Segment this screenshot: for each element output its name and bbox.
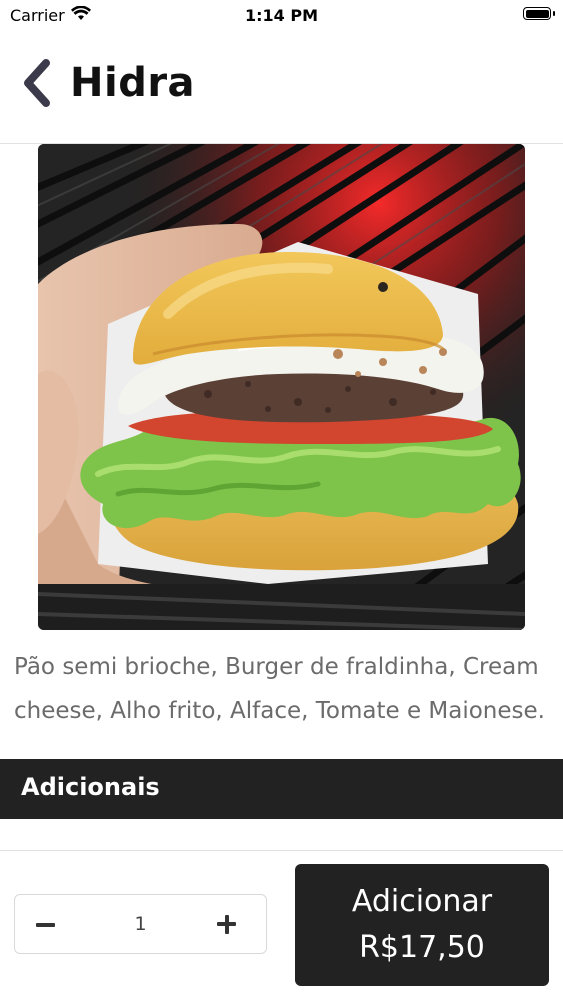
- minus-icon[interactable]: [15, 895, 77, 953]
- status-time: 1:14 PM: [244, 6, 318, 25]
- chevron-left-icon: [24, 59, 50, 107]
- page-title: Hidra: [70, 60, 196, 106]
- back-button[interactable]: [18, 58, 58, 108]
- battery-cap: [553, 11, 555, 16]
- quantity-stepper: 1: [14, 894, 267, 954]
- extras-title: Adicionais: [21, 773, 160, 801]
- battery-icon: [523, 7, 551, 20]
- product-image: [38, 144, 525, 630]
- nav-header: Hidra: [0, 30, 563, 144]
- add-button-price: R$17,50: [359, 930, 485, 965]
- add-button-label: Adicionar: [351, 884, 493, 919]
- add-to-cart-button[interactable]: Adicionar R$17,50: [295, 864, 549, 986]
- product-description: Pão semi brioche, Burger de fraldinha, C…: [14, 654, 545, 724]
- plus-icon[interactable]: [204, 895, 266, 953]
- quantity-value: 1: [134, 913, 147, 935]
- status-bar: Carrier 1:14 PM: [0, 0, 563, 30]
- extras-header: Adicionais: [0, 759, 563, 819]
